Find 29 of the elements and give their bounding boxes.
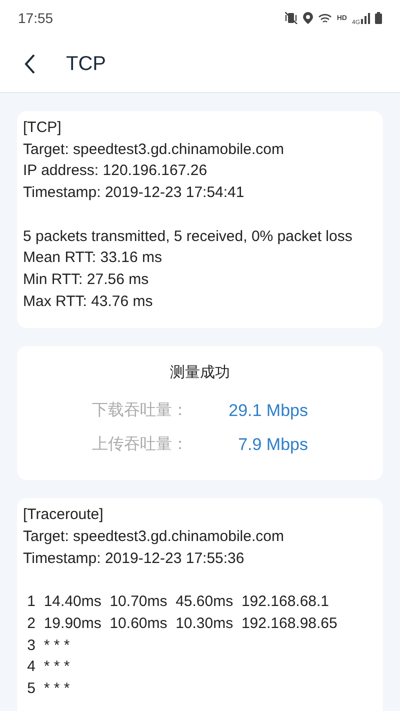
result-line: 4 * * *: [26, 657, 71, 678]
result-line: Max RTT: 43.76 ms: [23, 292, 154, 312]
signal-icon: [361, 12, 370, 24]
result-line: Min RTT: 27.56 ms: [23, 270, 150, 290]
vibrate-off-icon: [284, 12, 298, 24]
result-line: Timestamp: 2019-12-23 17:55:36: [23, 548, 246, 569]
location-icon: [302, 12, 313, 24]
throughput-value: 7.9 Mbps: [237, 434, 308, 456]
result-line: [Traceroute]: [23, 505, 104, 526]
throughput-label: 下载吞吐量：: [92, 400, 189, 422]
back-icon: [24, 54, 36, 74]
result-line: Target: speedtest3.gd.chinamobile.com: [23, 140, 285, 160]
result-line: IP address: 120.196.167.26: [23, 161, 208, 182]
page-title: TCP: [66, 52, 106, 76]
result-line: Mean RTT: 33.16 ms: [23, 248, 163, 268]
result-line: Target: speedtest3.gd.chinamobile.com: [23, 527, 285, 548]
result-line: 5 packets transmitted, 5 received, 0% packet loss: [23, 226, 354, 246]
result-line: Timestamp: 2019-12-23 17:54:41: [23, 183, 246, 204]
wifi-icon: [318, 12, 332, 24]
result-line: [TCP]: [23, 118, 62, 138]
result-line: 3 * * *: [26, 636, 71, 656]
result-line: 1 14.40ms 10.70ms 45.60ms 192.168.68.1: [26, 592, 330, 612]
status-time: 17:55: [18, 10, 54, 26]
battery-icon: [375, 12, 382, 24]
throughput-label: 上传吞吐量：: [92, 434, 189, 456]
result-line: 2 19.90ms 10.60ms 10.30ms 192.168.98.65: [26, 614, 338, 634]
status-title: 测量成功: [170, 363, 230, 384]
result-line: 5 * * *: [26, 678, 71, 699]
throughput-value: 29.1 Mbps: [228, 400, 308, 422]
